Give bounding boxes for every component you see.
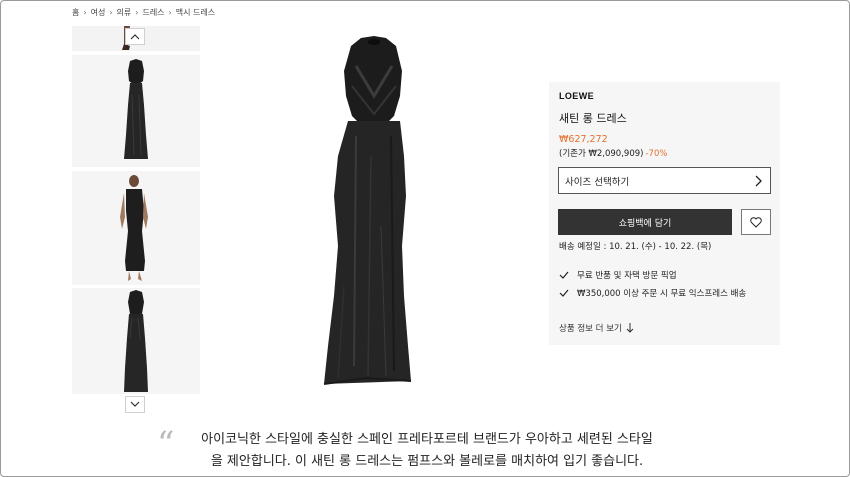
heart-icon xyxy=(750,216,762,228)
thumbnail-scroll-up-button[interactable] xyxy=(125,28,145,45)
thumbnail-model-front[interactable] xyxy=(72,171,200,285)
sale-price: ₩627,272 xyxy=(559,134,608,145)
arrow-down-icon xyxy=(626,323,634,333)
breadcrumb-home[interactable]: 홈 xyxy=(72,7,79,18)
chevron-right-icon: › xyxy=(109,8,113,17)
discount-badge: -70% xyxy=(645,149,668,159)
more-info-label: 상품 정보 더 보기 xyxy=(559,324,622,334)
breadcrumb-women[interactable]: 여성 xyxy=(91,7,106,18)
breadcrumb-clothing[interactable]: 의류 xyxy=(117,7,132,18)
main-product-image[interactable] xyxy=(206,26,541,401)
breadcrumb-dresses[interactable]: 드레스 xyxy=(142,7,164,18)
breadcrumb-maxi-dresses[interactable]: 맥시 드레스 xyxy=(176,7,215,18)
benefit-free-express: ₩350,000 이상 주문 시 무료 익스프레스 배송 xyxy=(577,289,747,299)
brand-name[interactable]: LOEWE xyxy=(559,91,594,101)
delivery-estimate: 배송 예정일 : 10. 21. (수) - 10. 22. (목) xyxy=(559,242,712,252)
original-price: (기존가 ₩2,090,909) xyxy=(559,149,644,159)
product-name: 새틴 롱 드레스 xyxy=(559,112,627,125)
benefit-item: 무료 반품 및 자택 방문 픽업 xyxy=(559,269,677,281)
chevron-right-icon: › xyxy=(168,8,172,17)
check-icon xyxy=(559,289,569,297)
breadcrumb: 홈 › 여성 › 의류 › 드레스 › 맥시 드레스 xyxy=(72,7,215,18)
benefit-free-returns: 무료 반품 및 자택 방문 픽업 xyxy=(577,271,677,281)
chevron-up-icon xyxy=(130,34,140,40)
page-frame: 홈 › 여성 › 의류 › 드레스 › 맥시 드레스 LOEWE 새틴 롱 드레… xyxy=(0,0,850,477)
thumbnail-dress-front[interactable] xyxy=(72,55,200,167)
wishlist-button[interactable] xyxy=(741,209,771,235)
chevron-down-icon xyxy=(130,401,140,407)
more-product-info-link[interactable]: 상품 정보 더 보기 xyxy=(559,322,634,334)
chevron-right-icon: › xyxy=(83,8,87,17)
thumbnail-gallery xyxy=(72,26,200,416)
size-select-label: 사이즈 선택하기 xyxy=(565,176,630,188)
size-select-dropdown[interactable]: 사이즈 선택하기 xyxy=(558,167,771,194)
product-info-panel: LOEWE 새틴 롱 드레스 ₩627,272 (기존가 ₩2,090,909)… xyxy=(549,82,780,345)
editorial-quote: 아이코닉한 스타일에 충실한 스페인 프레타포르테 브랜드가 우아하고 세련된 … xyxy=(201,432,653,469)
thumbnail-scroll-down-button[interactable] xyxy=(125,396,145,413)
benefit-item: ₩350,000 이상 주문 시 무료 익스프레스 배송 xyxy=(559,287,746,299)
chevron-right-icon: › xyxy=(135,8,139,17)
check-icon xyxy=(559,271,569,279)
thumbnail-dress-back[interactable] xyxy=(72,288,200,394)
add-to-bag-button[interactable]: 쇼핑백에 담기 xyxy=(558,209,732,235)
quote-mark-icon: “ xyxy=(157,424,175,464)
chevron-right-icon xyxy=(755,175,762,187)
original-price-line: (기존가 ₩2,090,909) -70% xyxy=(559,147,667,159)
